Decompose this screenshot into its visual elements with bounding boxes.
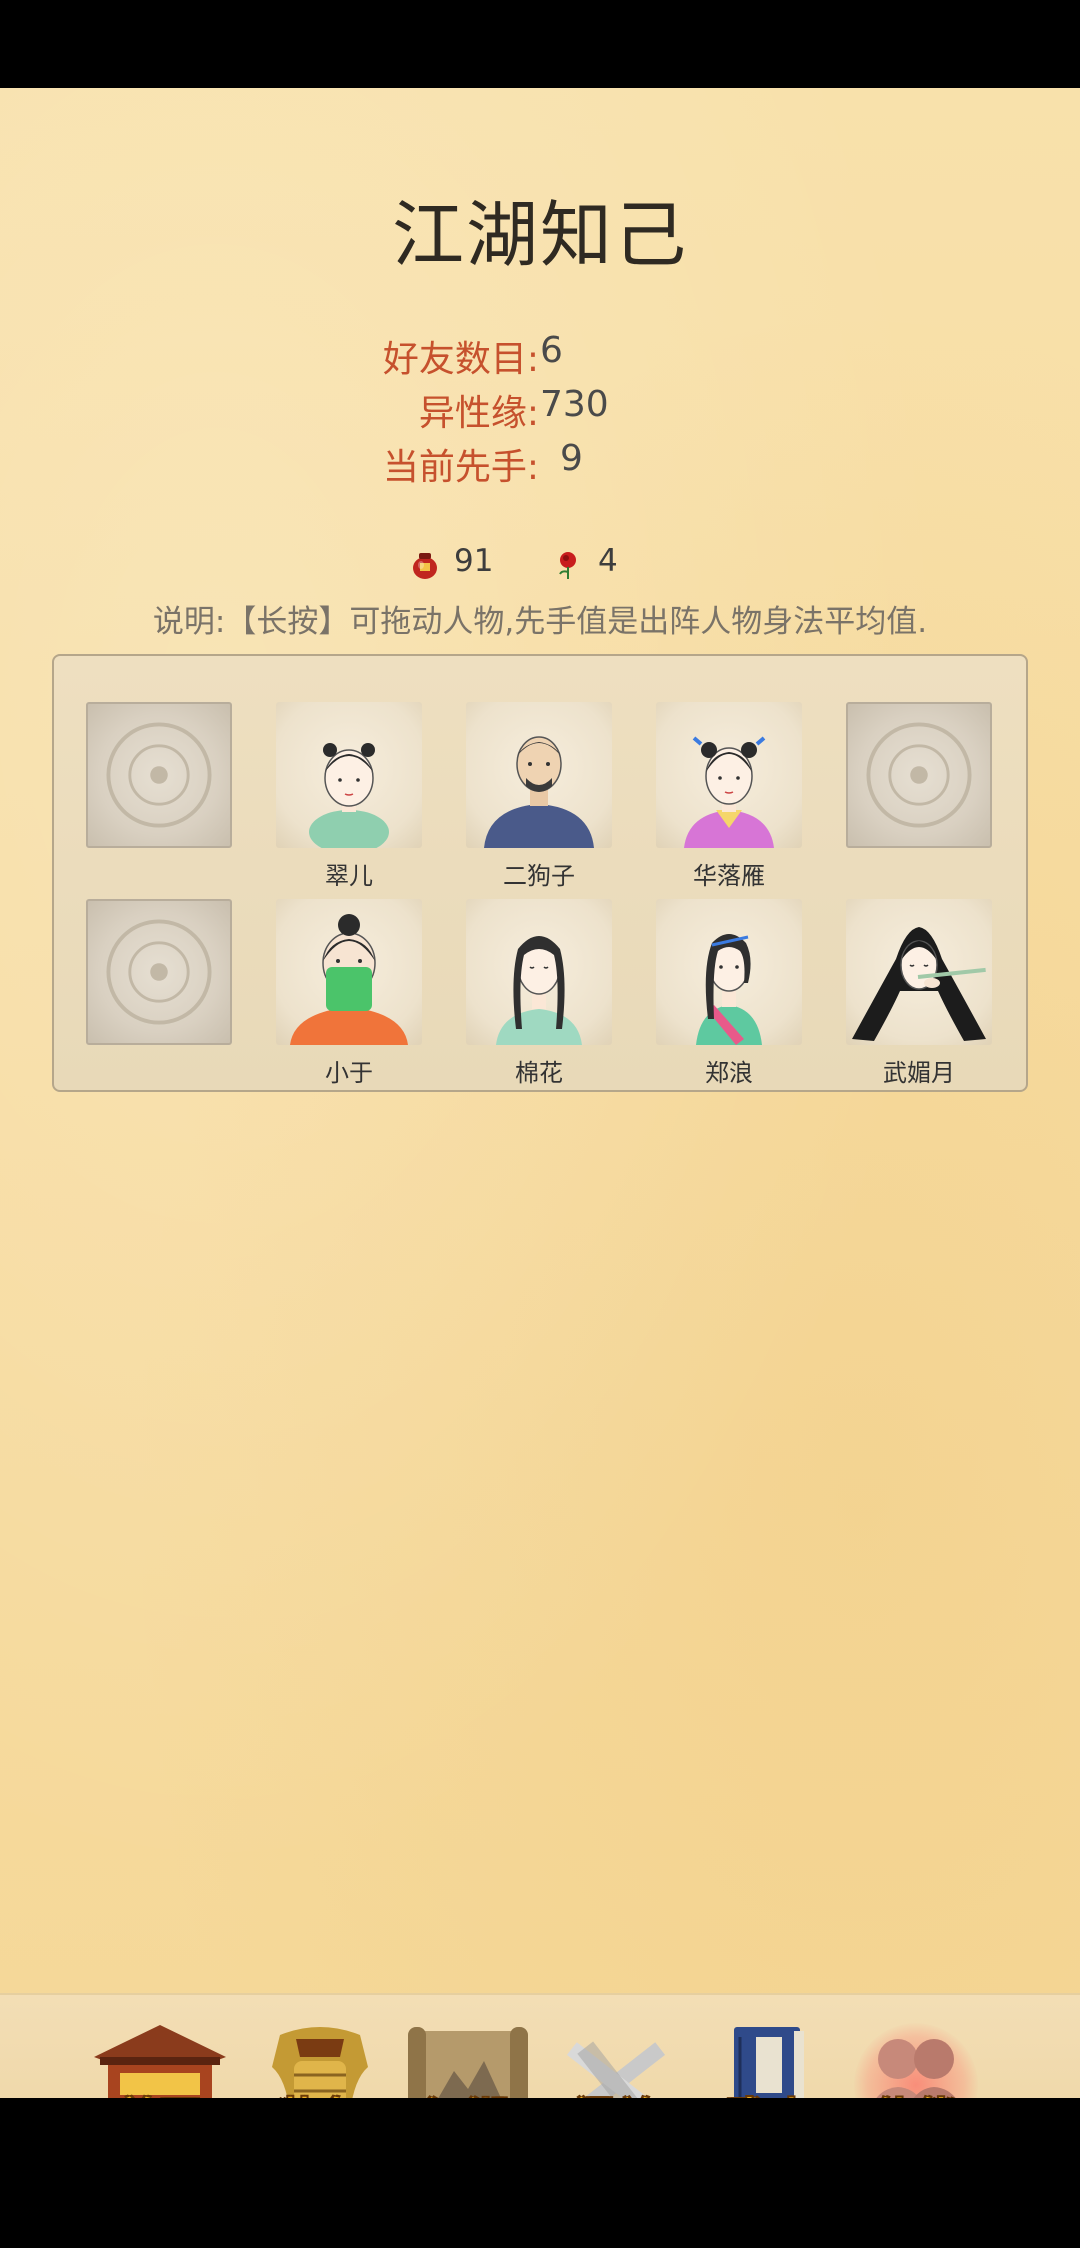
stat-friend-count: 好友数目: 6	[0, 330, 1080, 380]
character-name: 翠儿	[325, 862, 373, 890]
portrait-ergouzi[interactable]	[466, 702, 612, 848]
stat-value: 6	[540, 330, 563, 371]
portrait-xiaoyu[interactable]	[276, 899, 422, 1045]
character-name: 棉花	[515, 1059, 563, 1087]
portrait-mianhua[interactable]	[466, 899, 612, 1045]
character-name: 武媚月	[883, 1059, 955, 1087]
stat-label: 当前先手:	[382, 447, 539, 488]
stat-value: 730	[540, 384, 609, 425]
stat-charm: 异性缘: 730	[0, 384, 1080, 434]
partners-page: 江湖知己 好友数目: 6 异性缘: 730 当前先手: 9 91 4 说明:【长…	[0, 88, 1080, 2186]
stat-label: 好友数目:	[382, 339, 539, 380]
stat-label: 异性缘:	[418, 393, 539, 434]
character-name: 小于	[325, 1059, 373, 1087]
wine-jar-icon	[410, 550, 440, 580]
character-name: 华落雁	[693, 862, 765, 890]
empty-slot[interactable]	[86, 899, 232, 1045]
rose-count: 4	[598, 543, 618, 579]
page-title: 江湖知己	[391, 193, 688, 277]
stat-value: 9	[560, 438, 583, 479]
status-bar	[0, 0, 1080, 88]
wine-count: 91	[454, 543, 494, 579]
instructions-text: 说明:【长按】可拖动人物,先手值是出阵人物身法平均值.	[152, 604, 928, 640]
empty-slot[interactable]	[846, 702, 992, 848]
character-name: 郑浪	[705, 1059, 753, 1087]
portrait-wumeiyue[interactable]	[846, 899, 992, 1045]
rose-icon	[553, 550, 583, 580]
resource-bar: 91 4	[0, 543, 1080, 593]
lineup-panel: 翠儿 二狗子 华落雁 小于 棉花 郑浪 武媚月	[52, 654, 1028, 1092]
portrait-hualuoyan[interactable]	[656, 702, 802, 848]
portrait-zhenglang[interactable]	[656, 899, 802, 1045]
system-bottom-bar	[0, 2098, 1080, 2248]
stat-initiative: 当前先手: 9	[0, 438, 1080, 488]
empty-slot[interactable]	[86, 702, 232, 848]
character-name: 二狗子	[503, 862, 575, 890]
portrait-cuier[interactable]	[276, 702, 422, 848]
